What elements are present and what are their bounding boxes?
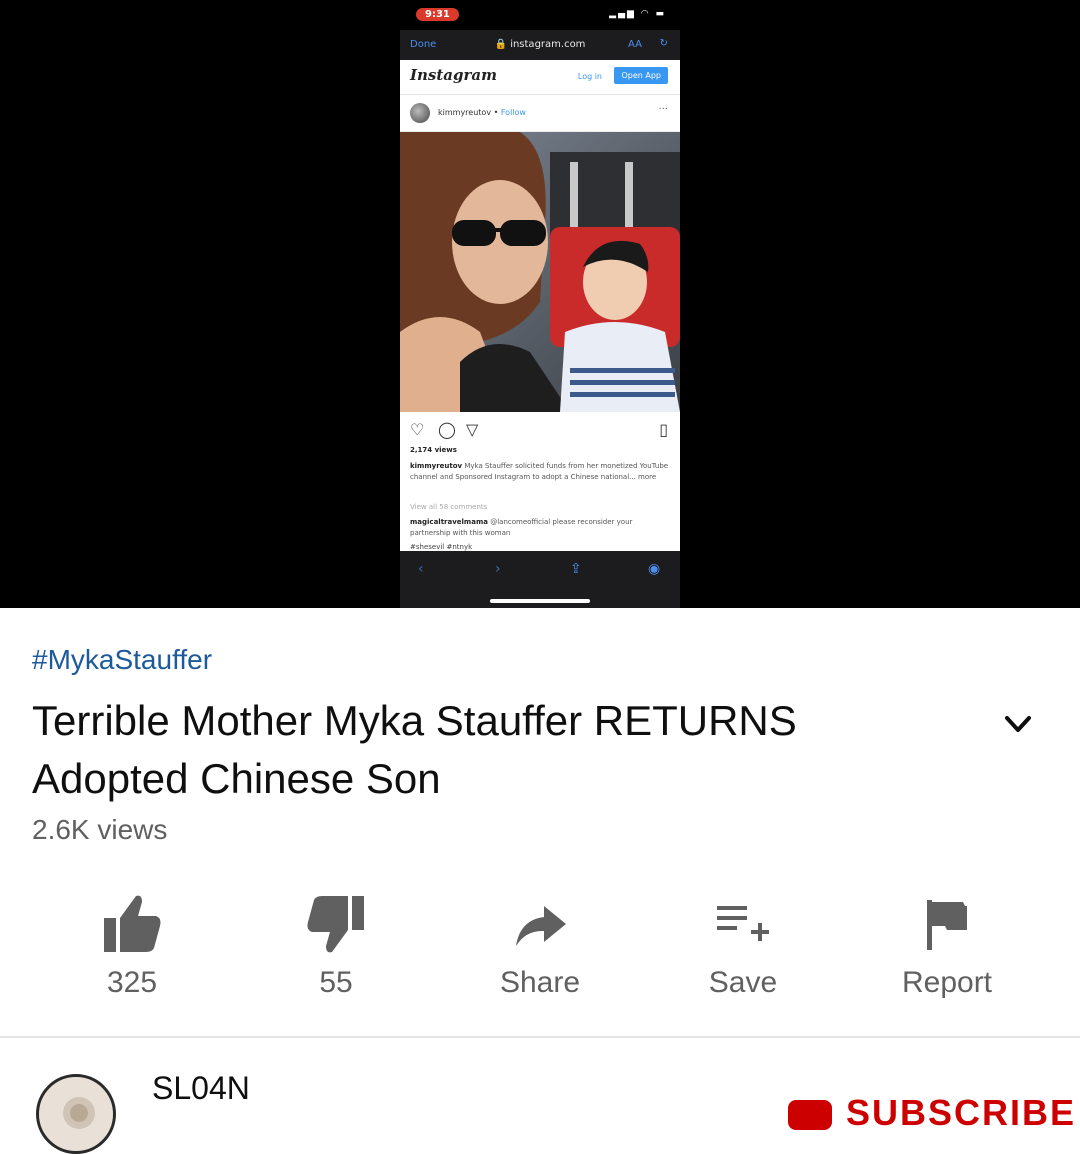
more-options-icon: ··· (658, 104, 668, 115)
instagram-hashtags: #shesevil #ntnyk (410, 543, 473, 551)
thumbs-down-icon (307, 896, 364, 953)
safari-text-size-button: AA (628, 39, 642, 50)
flag-icon (927, 900, 967, 950)
channel-avatar[interactable] (36, 1074, 116, 1154)
phone-clock: 9:31 (416, 8, 459, 21)
instagram-post-actions: ♡ ◯ ▽ ▯ (400, 414, 680, 444)
bookmark-icon: ▯ (659, 420, 668, 439)
share-icon (516, 906, 566, 946)
thumbs-up-icon (104, 895, 161, 952)
like-button[interactable]: 325 (32, 880, 232, 1020)
instagram-login-link: Log in (577, 72, 602, 81)
send-icon: ▽ (466, 420, 479, 439)
instagram-header: Instagram Log in Open App (400, 60, 680, 95)
video-player[interactable]: 9:31 ▂▄▆ ◠ ▬ Done 🔒 instagram.com AA ↻ I… (0, 0, 1080, 608)
instagram-caption: kimmyreutov Myka Stauffer solicited fund… (410, 462, 669, 481)
action-bar: 325 55 Share Save Report (0, 880, 1080, 1020)
phone-status-bar: 9:31 ▂▄▆ ◠ ▬ (400, 0, 680, 30)
instagram-views: 2,174 views (410, 446, 457, 454)
report-label: Report (901, 966, 993, 999)
instagram-post-header: kimmyreutov • Follow ··· (400, 95, 680, 132)
reload-icon: ↻ (659, 38, 668, 49)
share-button[interactable]: Share (440, 880, 640, 1020)
channel-name[interactable]: SL04N (152, 1070, 250, 1107)
instagram-avatar (410, 103, 430, 123)
video-hashtag-link[interactable]: #MykaStauffer (32, 644, 212, 676)
safari-toolbar: ‹ › ⇪ ◉ (400, 551, 680, 608)
subscribe-button[interactable]: SUBSCRIBE (788, 1092, 1076, 1134)
share-sheet-icon: ⇪ (570, 561, 582, 577)
playlist-add-icon (717, 906, 769, 941)
instagram-post-photo (400, 132, 680, 412)
phone-screen-recording: 9:31 ▂▄▆ ◠ ▬ Done 🔒 instagram.com AA ↻ I… (400, 0, 680, 608)
dislike-button[interactable]: 55 (236, 880, 436, 1020)
home-indicator (490, 599, 590, 603)
like-count: 325 (106, 966, 158, 999)
youtube-logo-icon (788, 1100, 832, 1131)
save-label: Save (708, 966, 778, 999)
instagram-view-comments: View all 58 comments (410, 503, 488, 511)
instagram-open-app-button: Open App (614, 67, 668, 84)
instagram-logo: Instagram (410, 66, 497, 84)
dislike-count: 55 (319, 966, 353, 999)
heart-icon: ♡ (410, 420, 425, 439)
subscribe-label: SUBSCRIBE (846, 1092, 1077, 1133)
chevron-down-icon[interactable] (1000, 706, 1036, 742)
share-label: Share (499, 966, 581, 999)
section-divider (0, 1036, 1080, 1038)
report-button[interactable]: Report (847, 880, 1047, 1020)
forward-icon: › (495, 561, 501, 577)
view-count: 2.6K views (32, 814, 168, 845)
safari-address-bar: Done 🔒 instagram.com AA ↻ (400, 30, 680, 60)
comment-icon: ◯ (438, 420, 456, 439)
instagram-username: kimmyreutov • Follow (438, 108, 526, 117)
back-icon: ‹ (418, 561, 424, 577)
instagram-comment: magicaltravelmama @lancomeofficial pleas… (410, 518, 633, 537)
save-button[interactable]: Save (643, 880, 843, 1020)
signal-wifi-battery-icon: ▂▄▆ ◠ ▬ (609, 9, 666, 19)
video-title: Terrible Mother Myka Stauffer RETURNS Ad… (32, 697, 797, 802)
lock-icon: 🔒 (494, 39, 507, 50)
compass-icon: ◉ (648, 561, 661, 577)
